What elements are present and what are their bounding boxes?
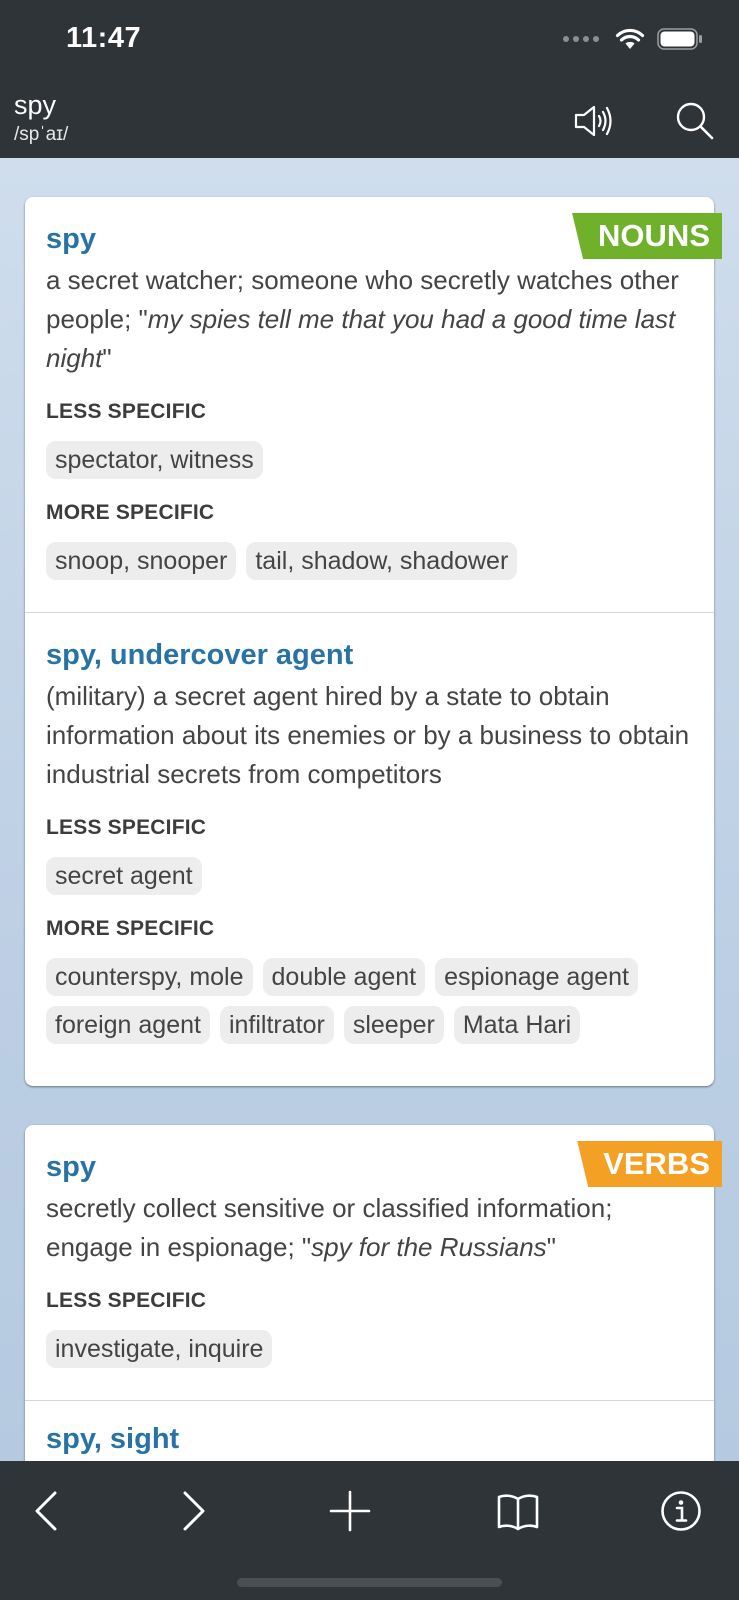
nouns-card: NOUNS spy a secret watcher; someone who … [25, 197, 722, 1086]
search-button[interactable] [670, 96, 720, 146]
sense-lemma[interactable]: spy, undercover agent [46, 637, 693, 673]
info-icon [661, 1491, 701, 1531]
related-word-chip[interactable]: secret agent [46, 857, 202, 895]
related-word-chip[interactable]: infiltrator [219, 1006, 334, 1044]
less-specific-title: LESS SPECIFIC [46, 816, 207, 839]
related-word-chip[interactable]: tail, shadow, shadower [246, 542, 518, 580]
more-specific-title: MORE SPECIFIC [46, 917, 215, 940]
add-button[interactable] [320, 1481, 380, 1541]
related-word-chip[interactable]: counterspy, mole [46, 958, 253, 996]
battery-icon [657, 28, 702, 50]
related-word-chip[interactable]: espionage agent [435, 958, 638, 996]
noun-sense-1: spy a secret watcher; someone who secret… [25, 197, 714, 612]
back-button[interactable] [17, 1481, 77, 1541]
less-specific-title: LESS SPECIFIC [46, 1289, 207, 1312]
book-icon [497, 1494, 539, 1531]
bookmarks-button[interactable] [488, 1481, 548, 1541]
verb-sense-2: spy, sight [25, 1400, 714, 1457]
related-word-chip[interactable]: Mata Hari [453, 1006, 581, 1044]
verb-sense-1: spy secretly collect sensitive or classi… [25, 1125, 714, 1400]
sense-definition: (military) a secret agent hired by a sta… [46, 681, 690, 789]
cellular-signal-icon [563, 36, 599, 42]
noun-sense-2: spy, undercover agent (military) a secre… [25, 612, 714, 1044]
header-pronunciation: /spˈaɪ/ [14, 124, 69, 145]
forward-icon [183, 1491, 205, 1531]
sense-example: spy for the Russians [311, 1232, 547, 1262]
sense-lemma[interactable]: spy, sight [46, 1421, 693, 1457]
header-word: spy [14, 90, 57, 120]
less-specific-list: secret agent [46, 857, 693, 895]
sense-definition: a secret watcher; someone who secretly w… [46, 265, 679, 373]
less-specific-title: LESS SPECIFIC [46, 400, 207, 423]
sense-lemma[interactable]: spy [46, 1149, 693, 1185]
sense-definition: secretly collect sensitive or classified… [46, 1193, 613, 1262]
status-bar: 11:47 [0, 0, 739, 82]
more-specific-list: counterspy, mole double agent espionage … [46, 958, 693, 1044]
related-word-chip[interactable]: investigate, inquire [46, 1330, 273, 1368]
related-word-chip[interactable]: foreign agent [46, 1006, 210, 1044]
pronounce-button[interactable] [570, 96, 620, 146]
less-specific-list: investigate, inquire [46, 1330, 693, 1400]
home-indicator [237, 1578, 502, 1587]
wifi-icon [615, 28, 645, 49]
related-word-chip[interactable]: snoop, snooper [46, 542, 237, 580]
word-header: spy /spˈaɪ/ [0, 82, 739, 158]
sense-lemma[interactable]: spy [46, 221, 693, 257]
related-word-chip[interactable]: spectator, witness [46, 441, 263, 479]
related-word-chip[interactable]: double agent [262, 958, 426, 996]
speaker-icon [574, 105, 612, 137]
info-button[interactable] [651, 1481, 711, 1541]
status-icons [563, 28, 703, 50]
forward-button[interactable] [163, 1481, 223, 1541]
back-icon [35, 1491, 57, 1531]
more-specific-list: snoop, snooper tail, shadow, shadower [46, 542, 693, 612]
search-icon [676, 102, 714, 140]
related-word-chip[interactable]: sleeper [343, 1006, 444, 1044]
plus-icon [329, 1490, 371, 1532]
less-specific-list: spectator, witness [46, 441, 693, 479]
more-specific-title: MORE SPECIFIC [46, 501, 215, 524]
status-time: 11:47 [66, 22, 142, 54]
